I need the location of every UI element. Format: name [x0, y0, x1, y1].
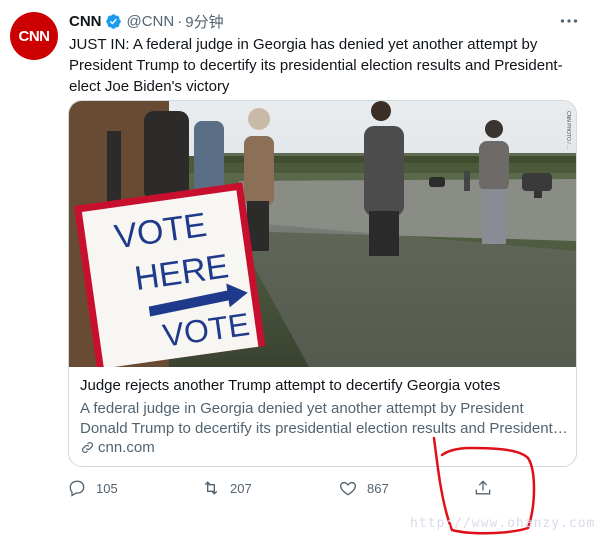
heart-icon: [340, 481, 356, 496]
like-button[interactable]: 867: [338, 477, 389, 499]
share-button[interactable]: [473, 477, 493, 499]
avatar[interactable]: CNN: [10, 12, 58, 60]
link-icon: [82, 442, 93, 453]
card-domain-text: cnn.com: [98, 439, 155, 456]
image-credit: CNN PHOTO / ...: [565, 111, 571, 149]
tweet[interactable]: CNN CNN @CNN · 9分钟 JUST IN: A federal ju…: [0, 0, 594, 538]
card-description-line-1: A federal judge in Georgia denied yet an…: [80, 400, 524, 417]
card-domain[interactable]: cnn.com: [80, 439, 155, 456]
reply-count: 105: [96, 480, 118, 496]
card-description: A federal judge in Georgia denied yet an…: [80, 399, 572, 439]
retweet-icon: [204, 481, 218, 495]
tweet-actions: 105 207 867: [67, 477, 507, 499]
card-image: VOTE HERE VOTE CNN PHOTO / ...: [69, 101, 576, 367]
link-card[interactable]: VOTE HERE VOTE CNN PHOTO / ... Judge rej…: [68, 100, 577, 467]
watermark: http://www.ohanzy.com: [410, 516, 594, 531]
like-count: 867: [367, 480, 389, 496]
card-description-line-2: Donald Trump to decertify its presidenti…: [80, 420, 568, 437]
retweet-count: 207: [230, 480, 252, 496]
tweet-header: CNN @CNN · 9分钟: [69, 11, 224, 31]
reply-icon: [69, 480, 85, 497]
retweet-button[interactable]: 207: [201, 477, 252, 499]
share-icon: [475, 480, 491, 495]
separator-dot: ·: [177, 12, 183, 30]
tweet-text: JUST IN: A federal judge in Georgia has …: [69, 36, 563, 95]
author-name[interactable]: CNN: [69, 13, 102, 30]
tweet-timestamp[interactable]: 9分钟: [185, 11, 223, 32]
card-title[interactable]: Judge rejects another Trump attempt to d…: [80, 377, 500, 394]
verified-badge-icon: [105, 13, 122, 30]
more-dots-icon[interactable]: [558, 11, 580, 31]
author-handle[interactable]: @CNN: [127, 13, 175, 30]
avatar-logo-text: CNN: [18, 27, 51, 45]
reply-button[interactable]: 105: [67, 477, 118, 499]
